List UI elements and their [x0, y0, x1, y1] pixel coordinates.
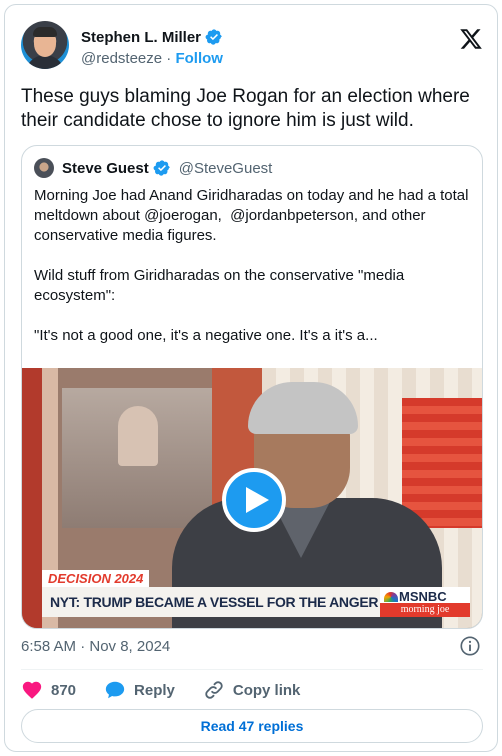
author-handle-row: @redsteeze · Follow [81, 50, 223, 67]
video-thumbnail[interactable]: DECISION 2024 NYT: TRUMP BECAME A VESSEL… [22, 368, 482, 628]
chyron-headline: NYT: TRUMP BECAME A VESSEL FOR THE ANGER… [42, 587, 469, 617]
reply-label: Reply [134, 681, 175, 699]
quoted-author-name: Steve Guest [62, 159, 149, 177]
like-button[interactable]: 870 [21, 679, 76, 701]
peacock-icon [384, 592, 398, 602]
action-bar: 870 Reply Copy link [21, 679, 328, 701]
tweet-text: These guys blaming Joe Rogan for an elec… [21, 86, 470, 131]
quoted-avatar [34, 158, 54, 178]
chyron-top: DECISION 2024 [42, 570, 150, 587]
copy-link-button[interactable]: Copy link [203, 679, 301, 701]
link-icon [205, 681, 223, 699]
reply-bubble-icon [105, 681, 125, 699]
like-count: 870 [51, 681, 77, 699]
divider [21, 669, 483, 670]
play-icon [246, 487, 269, 513]
network-logo: MSNBC morning joe [380, 587, 470, 617]
tweet-timestamp[interactable]: 6:58 AM · Nov 8, 2024 [21, 638, 170, 655]
info-icon[interactable] [459, 635, 481, 657]
read-replies-button[interactable]: Read 47 replies [21, 709, 483, 743]
quoted-author-handle: @SteveGuest [178, 159, 273, 177]
reply-button[interactable]: Reply [104, 679, 175, 701]
author-name[interactable]: Stephen L. Miller [81, 29, 201, 46]
verified-badge-icon [205, 29, 222, 45]
network-name: MSNBC [399, 589, 447, 604]
tweet-card: Stephen L. Miller @redsteeze · Follow Th… [4, 4, 498, 752]
x-logo-icon[interactable] [459, 27, 483, 51]
heart-icon [22, 681, 42, 699]
author-handle[interactable]: @redsteeze [81, 50, 162, 67]
tweet-header: Stephen L. Miller @redsteeze · Follow [21, 19, 483, 75]
follow-button[interactable]: Follow [175, 50, 223, 67]
quoted-paragraph: "It's not a good one, it's a negative on… [34, 327, 378, 344]
quoted-paragraph: Wild stuff from Giridharadas on the cons… [34, 267, 409, 304]
author-avatar[interactable] [21, 21, 69, 69]
verified-badge-icon [153, 160, 170, 176]
show-name: morning joe [380, 603, 470, 617]
author-name-row: Stephen L. Miller [81, 28, 223, 46]
handle-separator: · [166, 50, 172, 67]
play-button[interactable] [222, 468, 286, 532]
quoted-header: Steve Guest @SteveGuest [34, 158, 272, 178]
quoted-paragraph: Morning Joe had Anand Giridharadas on to… [34, 187, 473, 244]
copy-link-label: Copy link [232, 681, 301, 699]
quoted-text: Morning Joe had Anand Giridharadas on to… [34, 186, 474, 346]
quoted-tweet[interactable]: Steve Guest @SteveGuest Morning Joe had … [21, 145, 483, 629]
